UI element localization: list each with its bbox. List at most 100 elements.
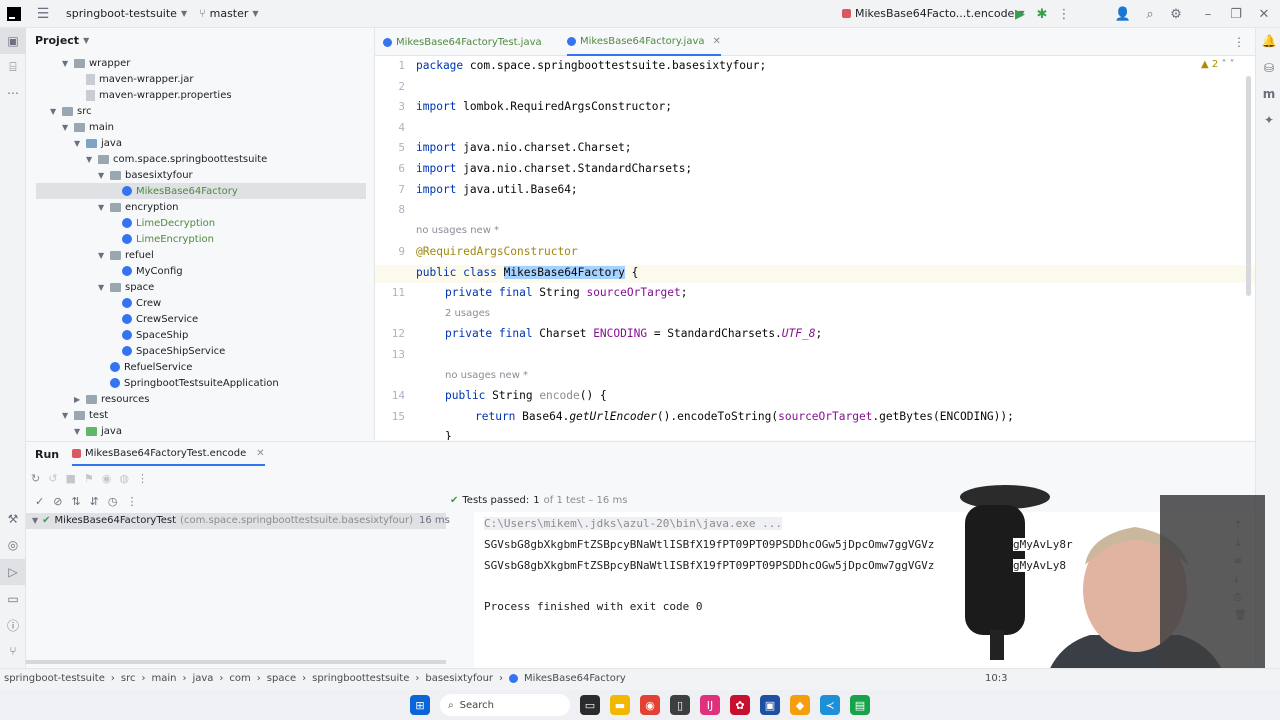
- taskbar-search[interactable]: ⌕ Search: [440, 694, 570, 716]
- more-actions-icon[interactable]: ⋮: [1054, 4, 1074, 24]
- more-actions-icon[interactable]: ⋮: [137, 472, 148, 485]
- notifications-icon[interactable]: 🔔: [1256, 28, 1280, 54]
- tree-item[interactable]: MyConfig: [122, 263, 183, 279]
- more-actions-icon[interactable]: ⋮: [126, 495, 137, 508]
- windows-start-icon[interactable]: ⊞: [410, 695, 430, 715]
- git-tool-icon[interactable]: ⑂: [0, 638, 26, 664]
- tab-active-file[interactable]: MikesBase64Factory.java ✕: [567, 28, 721, 56]
- more-tabs-icon[interactable]: ⋮: [1233, 35, 1245, 49]
- coverage-icon[interactable]: ◉: [102, 472, 112, 485]
- tree-item[interactable]: SpaceShipService: [122, 343, 225, 359]
- code-vision-hint[interactable]: no usages new *: [416, 225, 499, 236]
- code-vision-hint[interactable]: no usages new *: [445, 370, 528, 381]
- minimize-icon[interactable]: –: [1198, 4, 1218, 24]
- tree-item[interactable]: LimeEncryption: [122, 231, 214, 247]
- tree-item[interactable]: ▼ main: [62, 119, 114, 135]
- tree-item[interactable]: RefuelService: [110, 359, 192, 375]
- close-tab-icon[interactable]: ✕: [256, 448, 264, 459]
- close-icon[interactable]: ✕: [1254, 4, 1274, 24]
- breadcrumb-item[interactable]: main: [151, 673, 176, 684]
- app-icon[interactable]: ✿: [730, 695, 750, 715]
- warnings-indicator[interactable]: ▲ 2 ˄ ˅: [1201, 59, 1235, 70]
- tree-item[interactable]: maven-wrapper.jar: [86, 71, 194, 87]
- tree-item[interactable]: ▼ test: [62, 407, 108, 423]
- tree-item[interactable]: ▼ space: [98, 279, 154, 295]
- run-icon[interactable]: ▶: [1010, 4, 1030, 24]
- breadcrumb-item[interactable]: MikesBase64Factory: [524, 673, 626, 684]
- rerun-icon[interactable]: ↻: [31, 472, 40, 485]
- tree-item[interactable]: ▼ wrapper: [62, 55, 130, 71]
- tree-item[interactable]: SpaceShip: [122, 327, 188, 343]
- test-tree-item[interactable]: ▼ ✔ MikesBase64FactoryTest (com.space.sp…: [32, 515, 413, 526]
- debug-icon[interactable]: ✱: [1032, 4, 1052, 24]
- tree-item[interactable]: Crew: [122, 295, 161, 311]
- branch-selector[interactable]: ⑂ master ▼: [199, 7, 259, 20]
- intellij-icon[interactable]: IJ: [700, 695, 720, 715]
- show-ignored-icon[interactable]: ⊘: [53, 495, 62, 508]
- database-icon[interactable]: ⛁: [1256, 55, 1280, 81]
- tree-item[interactable]: ▼ com.space.springboottestsuite: [86, 151, 267, 167]
- show-passed-icon[interactable]: ✓: [35, 495, 44, 508]
- code-editor[interactable]: ▲ 2 ˄ ˅ 1 2 3 4 5 6 7 8 9 10 11 12 13 14…: [375, 56, 1255, 440]
- breadcrumb-item[interactable]: com: [229, 673, 250, 684]
- tree-item[interactable]: ▼ refuel: [98, 247, 154, 263]
- build-tool-icon[interactable]: ⚒: [0, 506, 26, 532]
- sort-duration-icon[interactable]: ⇵: [90, 495, 99, 508]
- rerun-failed-icon[interactable]: ↺: [48, 472, 57, 485]
- tree-item[interactable]: CrewService: [122, 311, 198, 327]
- project-panel-header[interactable]: Project ▼: [35, 34, 89, 47]
- tree-item[interactable]: maven-wrapper.properties: [86, 87, 232, 103]
- profile-icon[interactable]: ◍: [119, 472, 129, 485]
- task-view-icon[interactable]: ▭: [580, 695, 600, 715]
- tree-item[interactable]: LimeDecryption: [122, 215, 215, 231]
- breadcrumb-item[interactable]: springboot-testsuite: [4, 673, 105, 684]
- vscode-icon[interactable]: ≺: [820, 695, 840, 715]
- breadcrumb-item[interactable]: src: [121, 673, 136, 684]
- jetbrains-logo-icon[interactable]: [4, 4, 24, 24]
- tree-item[interactable]: ▼ java: [74, 135, 122, 151]
- main-menu-icon[interactable]: ☰: [33, 4, 53, 24]
- maven-icon[interactable]: m: [1256, 81, 1280, 107]
- tree-item[interactable]: ▼ src: [50, 103, 92, 119]
- chrome-icon[interactable]: ◉: [640, 695, 660, 715]
- add-user-icon[interactable]: 👤: [1113, 4, 1133, 24]
- sort-icon[interactable]: ⇅: [71, 495, 80, 508]
- services-tool-icon[interactable]: ◎: [0, 532, 26, 558]
- toggle-auto-test-icon[interactable]: ⚑: [84, 472, 94, 485]
- problems-tool-icon[interactable]: ⓘ: [0, 612, 26, 638]
- console-command[interactable]: C:\Users\mikem\.jdks\azul-20\bin\java.ex…: [484, 517, 783, 530]
- tree-item[interactable]: ▼ encryption: [98, 199, 179, 215]
- tree-item[interactable]: ▶ resources: [74, 391, 149, 407]
- app-icon[interactable]: ▤: [850, 695, 870, 715]
- ai-assistant-icon[interactable]: ✦: [1256, 107, 1280, 133]
- run-config-selector[interactable]: MikesBase64Facto...t.encode ▼: [842, 7, 1024, 20]
- code-vision-hint[interactable]: 2 usages: [445, 308, 490, 319]
- terminal-icon[interactable]: ▯: [670, 695, 690, 715]
- save-app-icon[interactable]: ▣: [760, 695, 780, 715]
- gear-icon[interactable]: ⚙: [1166, 4, 1186, 24]
- more-tools-icon[interactable]: ⋯: [0, 80, 26, 106]
- stop-icon[interactable]: ■: [65, 472, 75, 485]
- terminal-tool-icon[interactable]: ▭: [0, 586, 26, 612]
- breadcrumb-item[interactable]: springboottestsuite: [312, 673, 409, 684]
- search-icon[interactable]: ⌕: [1140, 4, 1160, 24]
- file-explorer-icon[interactable]: ▬: [610, 695, 630, 715]
- tree-item-selected[interactable]: MikesBase64Factory: [122, 183, 238, 199]
- restore-icon[interactable]: ❐: [1226, 4, 1246, 24]
- tree-item[interactable]: ▼ java: [74, 423, 122, 439]
- tree-item[interactable]: ▼ basesixtyfour: [98, 167, 193, 183]
- breadcrumb-item[interactable]: java: [192, 673, 213, 684]
- breadcrumb-item[interactable]: basesixtyfour: [425, 673, 493, 684]
- run-tool-icon[interactable]: ▷: [0, 559, 26, 585]
- app-icon[interactable]: ◆: [790, 695, 810, 715]
- tab-test-file[interactable]: MikesBase64FactoryTest.java: [383, 28, 542, 56]
- project-tool-icon[interactable]: ▣: [0, 28, 26, 54]
- history-icon[interactable]: ◷: [108, 495, 118, 508]
- cursor-position[interactable]: 10:3: [985, 673, 1007, 684]
- breadcrumb-item[interactable]: space: [267, 673, 296, 684]
- structure-tool-icon[interactable]: ⌸: [0, 54, 26, 80]
- close-tab-icon[interactable]: ✕: [713, 36, 721, 47]
- editor-scrollbar[interactable]: [1246, 76, 1251, 296]
- horizontal-scrollbar[interactable]: [26, 660, 446, 664]
- tab-run-config[interactable]: MikesBase64FactoryTest.encode ✕: [72, 442, 265, 466]
